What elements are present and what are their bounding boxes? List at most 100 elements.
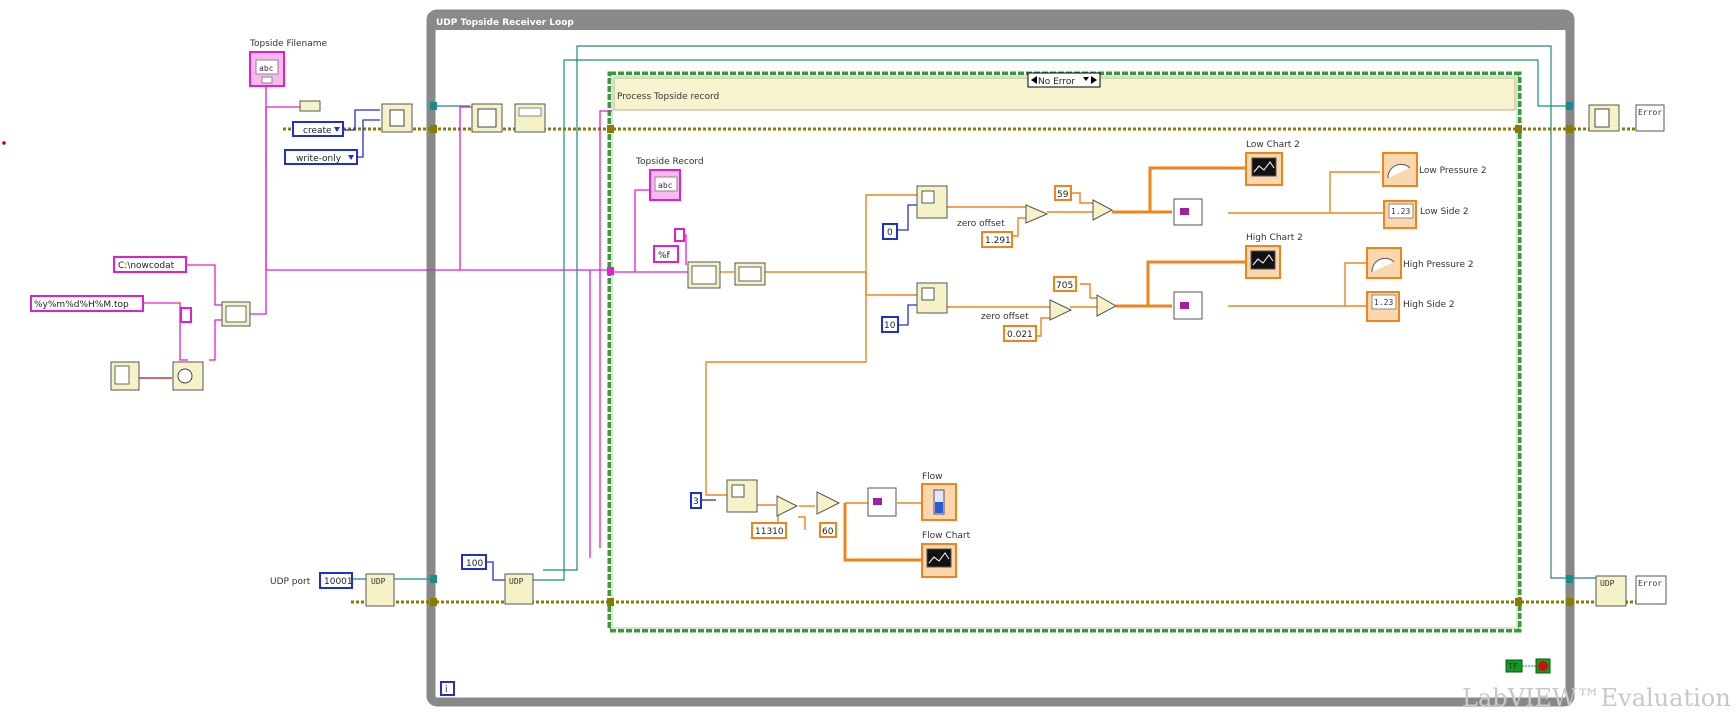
stray-point	[2, 141, 6, 145]
low-chart-indicator[interactable]: Low Chart 2	[1245, 140, 1300, 186]
index-constant-flow[interactable]: 3	[690, 492, 702, 509]
string-glyph: abc	[259, 64, 274, 73]
low-pressure-label: Low Pressure 2	[1419, 166, 1487, 176]
build-array-flow-node[interactable]	[867, 487, 897, 517]
subtract-high-node[interactable]	[1049, 299, 1073, 321]
write-only-value: write-only	[296, 154, 342, 164]
udp-open-node[interactable]: UDP	[365, 573, 395, 607]
udp-port-control[interactable]: UDP port 10001	[270, 572, 353, 589]
case-subdiagram-label: Process Topside record	[617, 92, 719, 102]
create-constant[interactable]: create	[292, 121, 344, 137]
multiply-low-node[interactable]	[1092, 199, 1114, 221]
write-only-constant[interactable]: write-only	[284, 149, 358, 165]
high-offset-constant[interactable]: 0.021	[1003, 325, 1037, 342]
high-offset-value: 0.021	[1007, 330, 1033, 340]
format-value: %y%m%d%H%M.top	[34, 300, 129, 310]
high-gain-constant[interactable]: 705	[1053, 276, 1077, 292]
flow-divisor-value: 11310	[755, 527, 784, 537]
timeout-value: 100	[466, 559, 483, 569]
empty-string-constant[interactable]	[180, 307, 192, 323]
low-side-indicator[interactable]: 1.23 Low Side 2	[1383, 200, 1469, 229]
open-file-node[interactable]	[381, 103, 413, 133]
error-glyph: Error	[1638, 579, 1662, 588]
low-offset-label: zero offset	[957, 219, 1005, 229]
high-side-indicator[interactable]: 1.23 High Side 2	[1366, 291, 1455, 322]
scan-format-constant[interactable]: %f	[653, 245, 679, 263]
iteration-terminal: i	[440, 681, 455, 696]
subtract-low-node[interactable]	[1025, 204, 1049, 224]
clock-icon	[177, 368, 193, 384]
case-selector-value: No Error	[1038, 77, 1075, 87]
low-pressure-indicator[interactable]: Low Pressure 2	[1382, 152, 1487, 187]
while-loop[interactable]: UDP Topside Receiver Loop	[426, 9, 1575, 707]
index-value: 3	[693, 497, 699, 507]
topside-record-label: Topside Record	[635, 157, 704, 167]
write-text-file-node[interactable]	[471, 103, 503, 133]
flow-chart-label: Flow Chart	[922, 531, 971, 541]
numeric-glyph: 1.23	[1391, 207, 1410, 216]
format-into-string-node[interactable]	[221, 301, 251, 327]
build-array-low-node[interactable]	[1173, 198, 1203, 226]
concatenate-node[interactable]	[514, 103, 546, 133]
high-side-label: High Side 2	[1403, 300, 1455, 310]
string-glyph: abc	[658, 181, 673, 190]
topside-record-indicator[interactable]: Topside Record abc	[635, 157, 704, 201]
close-file-node[interactable]	[1588, 104, 1620, 132]
multiply-flow-node[interactable]	[816, 491, 841, 515]
string-tunnel	[607, 267, 614, 275]
tick-count-node[interactable]	[110, 361, 140, 391]
low-offset-constant[interactable]: 1.291	[981, 231, 1013, 248]
high-chart-label: High Chart 2	[1246, 233, 1303, 243]
numeric-wires	[705, 171, 1384, 533]
iteration-glyph: i	[445, 685, 448, 695]
low-side-label: Low Side 2	[1420, 207, 1469, 217]
evaluation-watermark: LabVIEW™Evaluation	[1462, 684, 1731, 712]
create-value: create	[303, 126, 332, 136]
simple-error-handler-bottom[interactable]: Error	[1635, 575, 1667, 605]
index-constant-high[interactable]: 10	[881, 316, 899, 333]
index-array-low-node[interactable]	[916, 185, 948, 219]
multiply-high-node[interactable]	[1096, 294, 1118, 317]
topside-filename-label: Topside Filename	[249, 39, 328, 49]
numeric-glyph: 1.23	[1374, 298, 1393, 307]
format-date-time-node[interactable]	[172, 361, 204, 391]
path-constant[interactable]: C:\nowcodat	[113, 256, 187, 273]
timeout-constant[interactable]: 100	[461, 554, 487, 570]
flow-divisor-constant[interactable]: 11310	[751, 522, 787, 539]
array-wires	[843, 166, 1245, 562]
format-string-constant[interactable]: %y%m%d%H%M.top	[30, 295, 144, 312]
error-glyph: Error	[1638, 108, 1662, 117]
index-array-flow-node[interactable]	[726, 479, 758, 513]
index-value: 0	[887, 228, 893, 238]
high-offset-label: zero offset	[981, 312, 1029, 322]
build-array-high-node[interactable]	[1173, 291, 1203, 320]
stop-icon	[1538, 661, 1548, 671]
topside-filename-control[interactable]: Topside Filename abc	[249, 39, 328, 87]
divide-flow-node[interactable]	[776, 495, 799, 517]
udp-close-node[interactable]: UDP	[1595, 575, 1627, 607]
flow-multiplier-constant[interactable]: 60	[819, 522, 837, 538]
udp-read-node[interactable]: UDP	[504, 573, 534, 605]
simple-error-handler-top[interactable]: Error	[1635, 104, 1665, 132]
index-constant-low[interactable]: 0	[882, 223, 898, 240]
flow-chart-indicator[interactable]: Flow Chart	[921, 531, 971, 578]
high-gain-value: 705	[1056, 281, 1073, 291]
udp-port-value: 10001	[324, 577, 353, 587]
high-pressure-label: High Pressure 2	[1403, 260, 1474, 270]
error-tunnels	[430, 125, 1573, 606]
index-array-high-node[interactable]	[916, 282, 948, 314]
index-value: 10	[884, 321, 896, 331]
udp-glyph: UDP	[1600, 579, 1615, 588]
stop-constant-glyph: TF	[1508, 662, 1518, 671]
high-chart-indicator[interactable]: High Chart 2	[1245, 233, 1303, 279]
spreadsheet-string-to-array-node[interactable]	[687, 261, 721, 289]
case-selector[interactable]: No Error	[1027, 72, 1101, 88]
delimiter-constant[interactable]	[674, 228, 685, 242]
low-gain-constant[interactable]: 59	[1054, 185, 1072, 201]
transpose-node[interactable]	[734, 262, 766, 286]
flow-indicator[interactable]: Flow	[921, 472, 957, 521]
build-path-node[interactable]	[299, 100, 321, 112]
high-pressure-indicator[interactable]: High Pressure 2	[1366, 247, 1474, 279]
stop-terminal[interactable]: TF	[1505, 658, 1551, 674]
low-offset-value: 1.291	[985, 236, 1011, 246]
